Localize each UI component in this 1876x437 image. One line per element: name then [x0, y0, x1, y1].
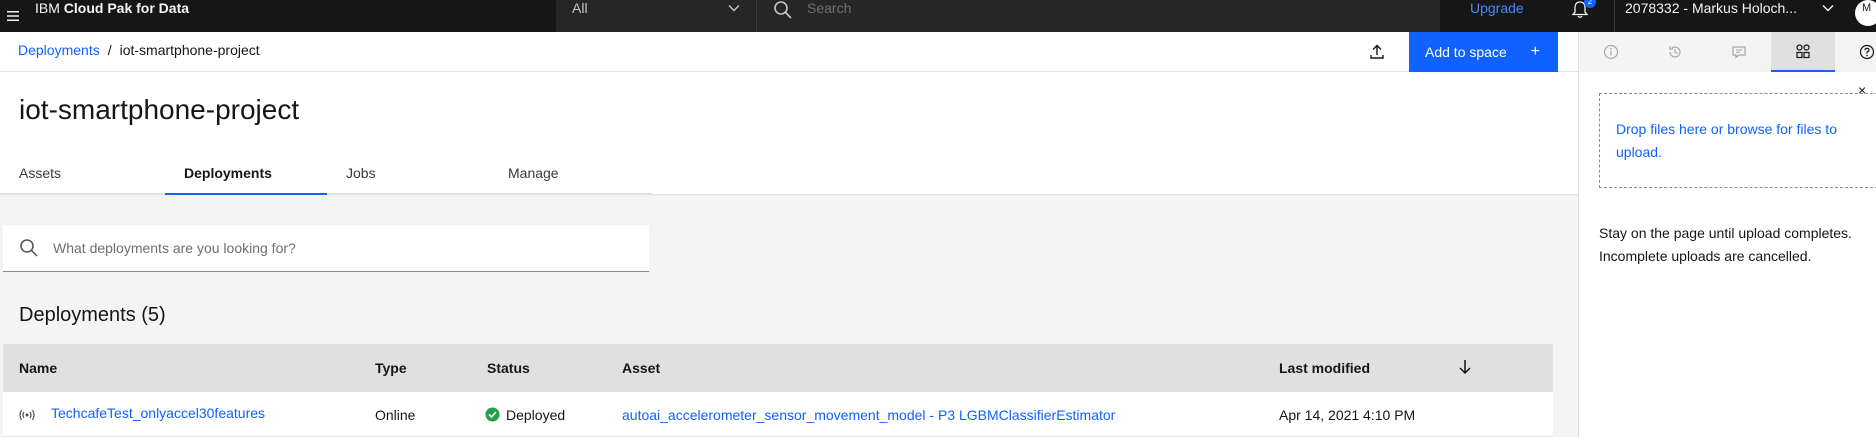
data-icon: [1796, 44, 1810, 59]
tab-help[interactable]: [1835, 32, 1876, 72]
deployment-asset-link[interactable]: autoai_accelerometer_sensor_movement_mod…: [622, 407, 1115, 423]
deployment-type: Online: [375, 407, 416, 423]
dropzone-text[interactable]: Drop files here or browse for files to u…: [1616, 118, 1861, 164]
global-search-placeholder: Search: [807, 0, 852, 16]
page-header: iot-smartphone-project Assets Deployment…: [0, 72, 1578, 195]
brand-prefix: IBM: [35, 0, 60, 16]
upload-icon: [1370, 44, 1384, 59]
main-content: Deployments / iot-smartphone-project Add t…: [0, 32, 1578, 437]
deployment-status: Deployed: [506, 407, 566, 423]
notification-badge: 2: [1584, 0, 1596, 8]
side-panel: × Drop files here or browse for files to…: [1578, 32, 1876, 437]
deployment-last-modified: Apr 14, 2021 4:10 PM: [1279, 407, 1416, 423]
deployment-name-link[interactable]: TechcafeTest_onlyaccel30features: [51, 405, 265, 421]
add-to-space-button[interactable]: Add to space +: [1409, 32, 1558, 72]
search-icon: [774, 1, 792, 19]
breadcrumb: Deployments / iot-smartphone-project: [18, 42, 260, 58]
search-placeholder: What deployments are you looking for?: [53, 240, 296, 256]
menu-icon[interactable]: [0, 0, 26, 32]
account-switcher[interactable]: 2078332 - Markus Holoch...: [1614, 0, 1850, 32]
side-panel-tabs: [1579, 32, 1876, 72]
online-deployment-icon: [19, 409, 35, 421]
file-dropzone[interactable]: Drop files here or browse for files to u…: [1599, 93, 1876, 188]
checkmark-filled-icon: [485, 407, 500, 422]
top-header: IBM Cloud Pak for Data All Search Upgrad…: [0, 0, 1876, 32]
breadcrumb-current: iot-smartphone-project: [119, 42, 260, 58]
tab-jobs[interactable]: Jobs: [327, 152, 489, 195]
column-header-name[interactable]: Name: [19, 360, 57, 376]
deployments-section-title: Deployments (5): [19, 304, 166, 326]
scope-value: All: [572, 0, 588, 16]
product-brand[interactable]: IBM Cloud Pak for Data: [35, 0, 189, 32]
info-icon: [1603, 44, 1619, 60]
page-title: iot-smartphone-project: [19, 94, 300, 125]
column-header-status[interactable]: Status: [487, 360, 530, 376]
tab-assets[interactable]: Assets: [0, 152, 165, 195]
column-header-last-modified[interactable]: Last modified: [1279, 360, 1370, 376]
help-icon: [1859, 44, 1875, 60]
tab-history[interactable]: [1643, 32, 1707, 72]
scope-dropdown[interactable]: All: [556, 0, 756, 32]
tab-info[interactable]: [1579, 32, 1643, 72]
tab-deployments[interactable]: Deployments: [165, 152, 327, 195]
tab-manage[interactable]: Manage: [489, 152, 652, 195]
chevron-down-icon: [728, 5, 740, 12]
account-label: 2078332 - Markus Holoch...: [1625, 0, 1797, 16]
tab-data[interactable]: [1771, 32, 1835, 72]
breadcrumb-bar: Deployments / iot-smartphone-project Add t…: [0, 32, 1578, 72]
deployments-search-input[interactable]: What deployments are you looking for?: [3, 225, 649, 272]
table-header: Name Type Status Asset Last modified: [3, 344, 1553, 392]
upload-note: Stay on the page until upload completes.…: [1599, 225, 1852, 264]
add-to-space-label: Add to space: [1425, 44, 1507, 60]
avatar[interactable]: M: [1855, 0, 1876, 26]
comment-icon: [1732, 46, 1746, 59]
sort-descending-icon[interactable]: [1456, 358, 1474, 376]
history-icon: [1669, 46, 1681, 58]
upload-button[interactable]: [1365, 40, 1389, 64]
search-icon: [20, 239, 38, 257]
breadcrumb-separator: /: [107, 42, 112, 58]
column-header-asset[interactable]: Asset: [622, 360, 660, 376]
brand-name: Cloud Pak for Data: [63, 0, 190, 16]
chevron-down-icon: [1822, 5, 1834, 12]
notifications-button[interactable]: 2: [1570, 0, 1596, 22]
column-header-type[interactable]: Type: [375, 360, 407, 376]
add-icon: +: [1530, 43, 1540, 60]
breadcrumb-deployments-link[interactable]: Deployments: [18, 42, 100, 58]
upgrade-link[interactable]: Upgrade: [1470, 0, 1524, 16]
tab-comments[interactable]: [1707, 32, 1771, 72]
table-row[interactable]: TechcafeTest_onlyaccel30features Online …: [3, 392, 1553, 437]
global-search[interactable]: Search: [756, 0, 1440, 32]
